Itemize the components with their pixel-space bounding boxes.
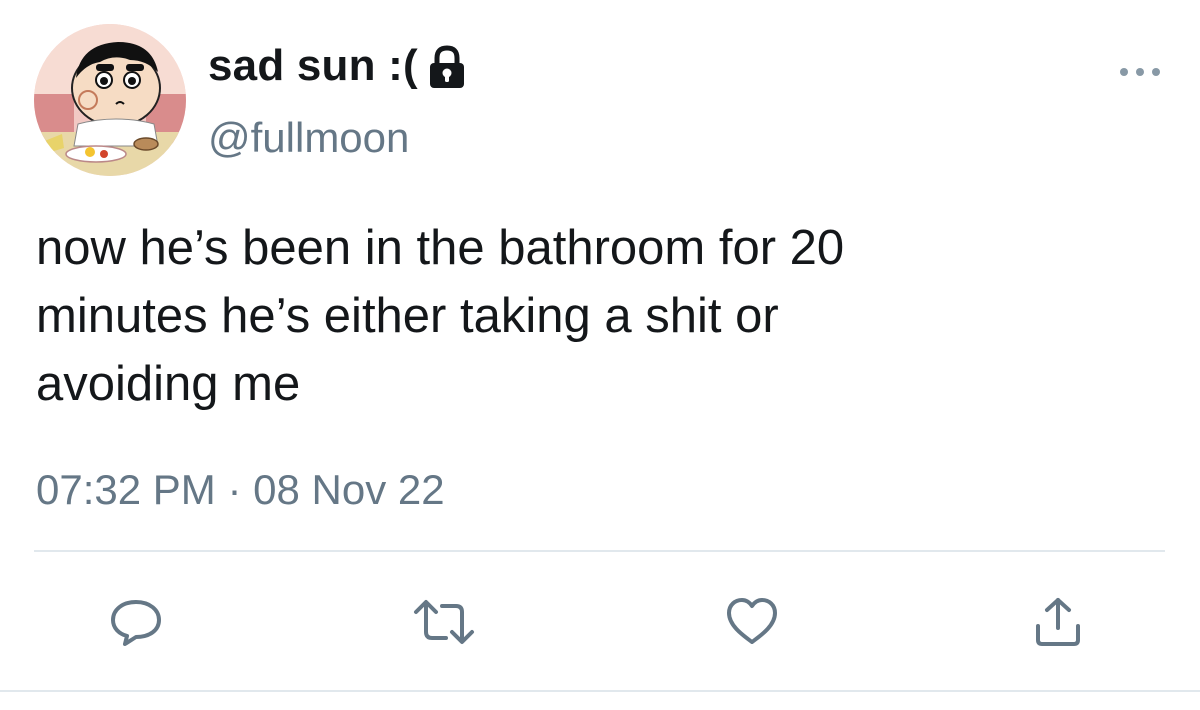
timestamp-separator: · xyxy=(227,466,242,513)
like-button[interactable] xyxy=(724,596,780,648)
share-button[interactable] xyxy=(1030,596,1086,648)
retweet-button[interactable] xyxy=(412,596,474,648)
display-name-row[interactable]: sad sun :( xyxy=(208,38,468,94)
heart-icon xyxy=(727,598,777,644)
display-name[interactable]: sad sun :( xyxy=(208,41,418,91)
divider xyxy=(34,550,1165,552)
lock-icon xyxy=(429,45,464,88)
tweet-text-line-2: minutes he’s either taking a shit or xyxy=(36,289,779,343)
retweet-icon xyxy=(414,600,474,644)
tweet-timestamp[interactable]: 07:32 PM · 08 Nov 22 xyxy=(36,466,445,514)
more-options-icon[interactable] xyxy=(1116,60,1164,84)
tweet-card: sad sun :( @fullmoon now he’s been in th… xyxy=(0,0,1200,710)
cartoon-avatar-icon xyxy=(34,24,186,176)
tweet-text: now he’s been in the bathroom for 20 min… xyxy=(36,214,1156,418)
tweet-date: 08 Nov 22 xyxy=(253,466,445,513)
tweet-time: 07:32 PM xyxy=(36,466,216,513)
tweet-text-line-3: avoiding me xyxy=(36,357,301,411)
reply-icon xyxy=(111,600,161,646)
share-icon xyxy=(1036,598,1080,646)
reply-button[interactable] xyxy=(108,596,164,648)
avatar[interactable] xyxy=(34,24,186,176)
bottom-divider xyxy=(0,690,1200,692)
tweet-text-line-1: now he’s been in the bathroom for 20 xyxy=(36,221,845,275)
user-handle[interactable]: @fullmoon xyxy=(208,114,409,162)
